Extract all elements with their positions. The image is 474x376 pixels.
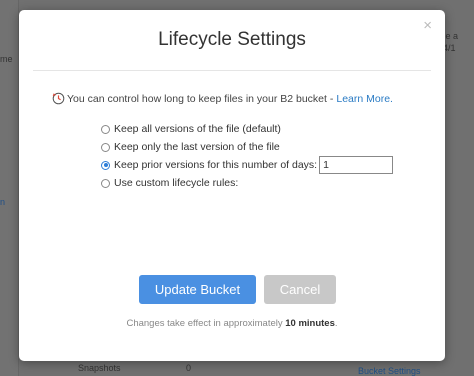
- update-bucket-button[interactable]: Update Bucket: [139, 275, 256, 304]
- radio-keep-last[interactable]: [101, 142, 110, 152]
- option-keep-all[interactable]: Keep all versions of the file (default): [101, 120, 393, 138]
- option-label: Keep all versions of the file (default): [114, 123, 281, 135]
- background-text: n: [0, 197, 6, 207]
- intro-text: You can control how long to keep files i…: [67, 92, 334, 105]
- radio-keep-days[interactable]: [101, 160, 110, 170]
- background-link: Bucket Settings: [358, 366, 421, 376]
- background-text: 0: [186, 363, 192, 373]
- option-label: Keep prior versions for this number of d…: [114, 159, 318, 171]
- background-text: Snapshots: [78, 363, 121, 373]
- cancel-button[interactable]: Cancel: [264, 275, 336, 304]
- intro-line: You can control how long to keep files i…: [52, 92, 393, 105]
- option-label: Use custom lifecycle rules:: [114, 177, 239, 189]
- option-keep-days[interactable]: Keep prior versions for this number of d…: [101, 156, 394, 174]
- dialog-title: Lifecycle Settings: [158, 29, 306, 50]
- radio-keep-all[interactable]: [101, 124, 110, 134]
- divider: [33, 70, 431, 71]
- lifecycle-settings-dialog: Lifecycle Settings × You can control how…: [19, 10, 445, 361]
- option-keep-last[interactable]: Keep only the last version of the file: [101, 138, 393, 156]
- option-custom-rules[interactable]: Use custom lifecycle rules:: [101, 174, 393, 192]
- footnote-prefix: Changes take effect in approximately: [126, 318, 286, 329]
- option-label: Keep only the last version of the file: [114, 141, 280, 153]
- footnote-suffix: .: [334, 318, 338, 329]
- learn-more-link[interactable]: Learn More.: [336, 93, 393, 105]
- lifecycle-options: Keep all versions of the file (default) …: [101, 120, 394, 192]
- close-icon[interactable]: ×: [423, 18, 432, 34]
- footnote-duration: 10 minutes: [285, 318, 335, 329]
- days-input[interactable]: [319, 156, 394, 174]
- radio-custom-rules[interactable]: [101, 178, 110, 188]
- footnote: Changes take effect in approximately 10 …: [19, 318, 445, 329]
- clock-icon: [52, 92, 65, 105]
- background-text: me: [0, 54, 13, 64]
